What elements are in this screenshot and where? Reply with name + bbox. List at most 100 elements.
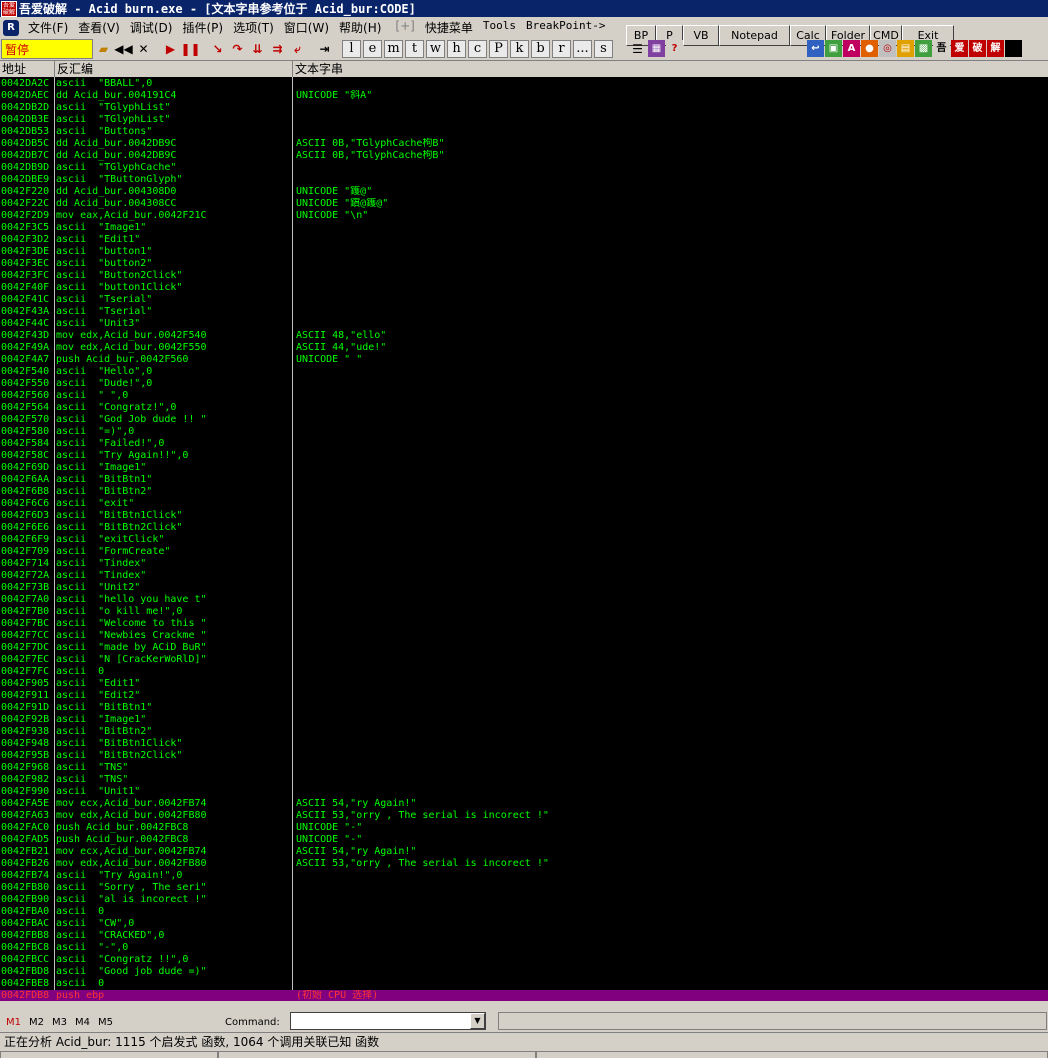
menu-item-9[interactable]: Tools [478,19,521,36]
table-row[interactable]: 0042F540 ascii "Hello",0 [0,366,1048,378]
memory-tab-m3[interactable]: M3 [52,1017,67,1028]
table-row[interactable]: 0042F40F ascii "button1Click" [0,282,1048,294]
pause-icon[interactable]: ❚❚ [180,40,200,59]
table-row[interactable]: 0042F3FC ascii "Button2Click" [0,270,1048,282]
table-row[interactable]: 0042FAD5 push Acid_bur.0042FBC8 UNICODE "-… [0,834,1048,846]
menu-item-4[interactable]: 选项(T) [228,19,279,36]
command-dropdown-button[interactable]: ▼ [470,1013,485,1029]
table-row[interactable]: 0042F6B8 ascii "BitBtn2" [0,486,1048,498]
table-row[interactable]: 0042F43A ascii "Tserial" [0,306,1048,318]
record-icon[interactable]: ● [861,40,878,57]
table-row[interactable]: 0042F905 ascii "Edit1" [0,678,1048,690]
table-row[interactable]: 0042F7DC ascii "made by ACiD BuR" [0,642,1048,654]
goto-address-icon[interactable]: ⇥ [315,40,334,59]
table-row[interactable]: 0042FBB8 ascii "CRACKED",0 [0,930,1048,942]
table-row[interactable]: 0042F550 ascii "Dude!",0 [0,378,1048,390]
window-button-10[interactable]: r [552,40,571,58]
table-row[interactable]: 0042F570 ascii "God Job dude !! " [0,414,1048,426]
mdi-child-icon[interactable]: R [3,19,19,36]
brand-button-2[interactable]: 破 [969,40,986,57]
table-row[interactable]: 0042F3D2 ascii "Edit1" [0,234,1048,246]
table-row[interactable]: 0042F41C ascii "Tserial" [0,294,1048,306]
table-row[interactable]: 0042F714 ascii "Tindex" [0,558,1048,570]
rewind-icon[interactable]: ◀◀ [114,40,133,59]
table-row[interactable]: 0042F911 ascii "Edit2" [0,690,1048,702]
table-row[interactable]: 0042FA63 mov edx,Acid_bur.0042FB80 ASCII 5… [0,810,1048,822]
table-row[interactable]: 0042FB80 ascii "Sorry , The seri" [0,882,1048,894]
table-row[interactable]: 0042F3EC ascii "button2" [0,258,1048,270]
window-button-3[interactable]: t [405,40,424,58]
column-text[interactable]: 文本字串 [293,61,1048,78]
grid-icon[interactable]: ▩ [915,40,932,57]
plugin-icon[interactable]: ▦ [648,39,665,57]
table-row[interactable]: 0042FAC0 push Acid_bur.0042FBC8 UNICODE "-… [0,822,1048,834]
table-row[interactable]: 0042F73B ascii "Unit2" [0,582,1048,594]
table-row[interactable]: 0042F7B0 ascii "o kill me!",0 [0,606,1048,618]
step-into-icon[interactable]: ↘ [208,40,227,59]
table-row[interactable]: 0042F2D9 mov eax,Acid_bur.0042F21C UNICODE… [0,210,1048,222]
table-row[interactable]: 0042DB53 ascii "Buttons" [0,126,1048,138]
table-row[interactable]: 0042F7FC ascii 0 [0,666,1048,678]
tag-icon[interactable]: ▣ [825,40,842,57]
step-over-icon[interactable]: ↷ [228,40,247,59]
window-button-8[interactable]: k [510,40,529,58]
window-button-4[interactable]: w [426,40,445,58]
table-row[interactable]: 0042F49A mov edx,Acid_bur.0042F550 ASCII 4… [0,342,1048,354]
table-row[interactable]: 0042F3C5 ascii "Image1" [0,222,1048,234]
table-row[interactable]: 0042F7A0 ascii "hello you have t" [0,594,1048,606]
trace-over-icon[interactable]: ⇉ [268,40,287,59]
menu-item-8[interactable]: 快捷菜单 [420,19,478,36]
title-bar[interactable]: 吾爱 破解 吾爱破解 - Acid burn.exe - [文本字串参考位于 Ac… [0,0,1048,17]
table-row[interactable]: 0042F92B ascii "Image1" [0,714,1048,726]
table-row[interactable]: 0042FB21 mov ecx,Acid_bur.0042FB74 ASCII 5… [0,846,1048,858]
table-row[interactable]: 0042DB3E ascii "TGlyphList" [0,114,1048,126]
table-row[interactable]: 0042FBE8 ascii 0 [0,978,1048,990]
brand-button-1[interactable]: 爱 [951,40,968,57]
table-row[interactable]: 0042F7BC ascii "Welcome to this " [0,618,1048,630]
menu-item-7[interactable]: [+] [390,19,419,36]
table-row[interactable]: 0042F6C6 ascii "exit" [0,498,1048,510]
menu-item-1[interactable]: 查看(V) [73,19,125,36]
execute-till-return-icon[interactable]: ⤶ [288,40,307,59]
string-reference-list[interactable]: 0042DA2C ascii "BBALL",0 0042DAEC dd Acid_b… [0,77,1048,1001]
table-row[interactable]: 0042DA2C ascii "BBALL",0 [0,78,1048,90]
table-row[interactable]: 0042F7CC ascii "Newbies Crackme " [0,630,1048,642]
menu-item-6[interactable]: 帮助(H) [334,19,386,36]
memory-tab-m4[interactable]: M4 [75,1017,90,1028]
table-row[interactable]: 0042FBC8 ascii "-",0 [0,942,1048,954]
table-row[interactable]: 0042F43D mov edx,Acid_bur.0042F540 ASCII 4… [0,330,1048,342]
table-row[interactable]: 0042F7EC ascii "N [CracKerWoRlD]" [0,654,1048,666]
table-row[interactable]: 0042F6F9 ascii "exitClick" [0,534,1048,546]
table-row[interactable]: 0042F220 dd Acid_bur.004308D0 UNICODE "鑊@" [0,186,1048,198]
table-row[interactable]: 0042F22C dd Acid_bur.004308CC UNICODE "鑜@鑊… [0,198,1048,210]
table-row[interactable]: 0042F560 ascii " ",0 [0,390,1048,402]
table-row[interactable]: 0042F938 ascii "BitBtn2" [0,726,1048,738]
table-row[interactable]: 0042F4A7 push Acid_bur.0042F560 UNICODE " … [0,354,1048,366]
menu-item-0[interactable]: 文件(F) [23,19,73,36]
table-row[interactable]: 0042F3DE ascii "button1" [0,246,1048,258]
table-row[interactable]: 0042DB2D ascii "TGlyphList" [0,102,1048,114]
window-button-9[interactable]: b [531,40,550,58]
help-icon[interactable]: ? [666,39,683,57]
window-button-1[interactable]: e [363,40,382,58]
table-row[interactable]: 0042F95B ascii "BitBtn2Click" [0,750,1048,762]
column-address[interactable]: 地址 [0,61,55,78]
table-row[interactable]: 0042DB7C dd Acid_bur.0042DB9C ASCII 0B,"TG… [0,150,1048,162]
table-row[interactable]: 0042F6AA ascii "BitBtn1" [0,474,1048,486]
table-row[interactable]: 0042F990 ascii "Unit1" [0,786,1048,798]
memory-tab-m1[interactable]: M1 [6,1017,21,1028]
a-icon[interactable]: A [843,40,860,57]
target-icon[interactable]: ◎ [879,40,896,57]
window-button-11[interactable]: ... [573,40,592,58]
table-row[interactable]: 0042FB26 mov edx,Acid_bur.0042FB80 ASCII 5… [0,858,1048,870]
table-row[interactable]: 0042F6E6 ascii "BitBtn2Click" [0,522,1048,534]
table-row[interactable]: 0042F709 ascii "FormCreate" [0,546,1048,558]
blank-icon[interactable] [1005,40,1022,57]
menu-item-10[interactable]: BreakPoint-> [521,19,610,36]
brand-button-0[interactable]: 吾 [933,40,950,57]
menu-item-5[interactable]: 窗口(W) [279,19,334,36]
table-row[interactable]: 0042F72A ascii "Tindex" [0,570,1048,582]
table-row[interactable]: 0042F44C ascii "Unit3" [0,318,1048,330]
list-icon[interactable]: ☰ [628,40,647,59]
window-button-2[interactable]: m [384,40,403,58]
